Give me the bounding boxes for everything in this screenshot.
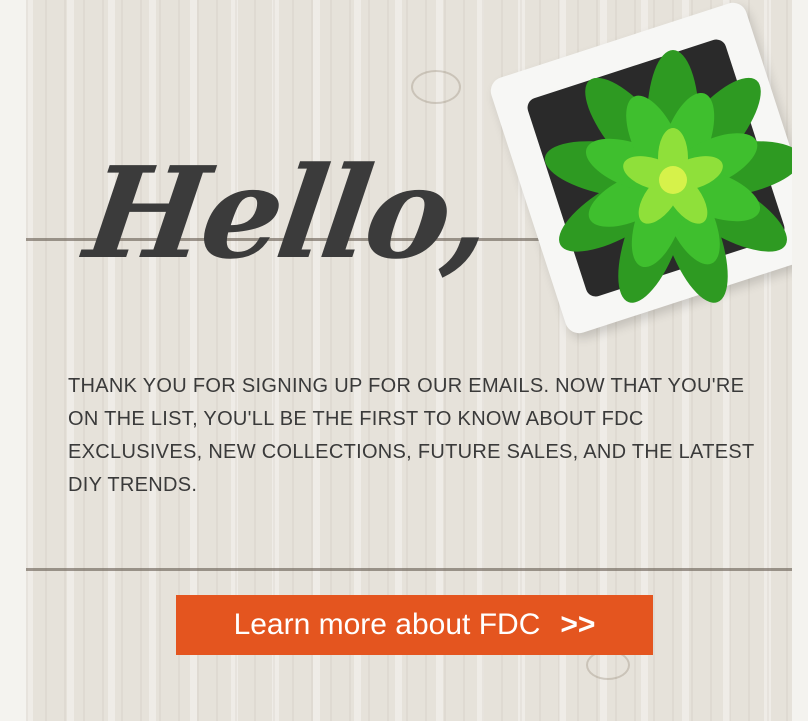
learn-more-button[interactable]: Learn more about FDC >>: [176, 595, 653, 655]
hello-heading: Hello,: [77, 139, 498, 287]
learn-more-label: Learn more about FDC: [233, 608, 541, 641]
wood-knot: [411, 70, 461, 104]
signup-message: Thank you for signing up for our emails.…: [68, 375, 755, 496]
double-chevron-right-icon: >>: [560, 608, 596, 641]
email-banner: Hello, Thank you for signing up for our …: [26, 0, 792, 721]
succulent-plant-icon: [544, 50, 792, 303]
wood-seam: [26, 568, 792, 571]
